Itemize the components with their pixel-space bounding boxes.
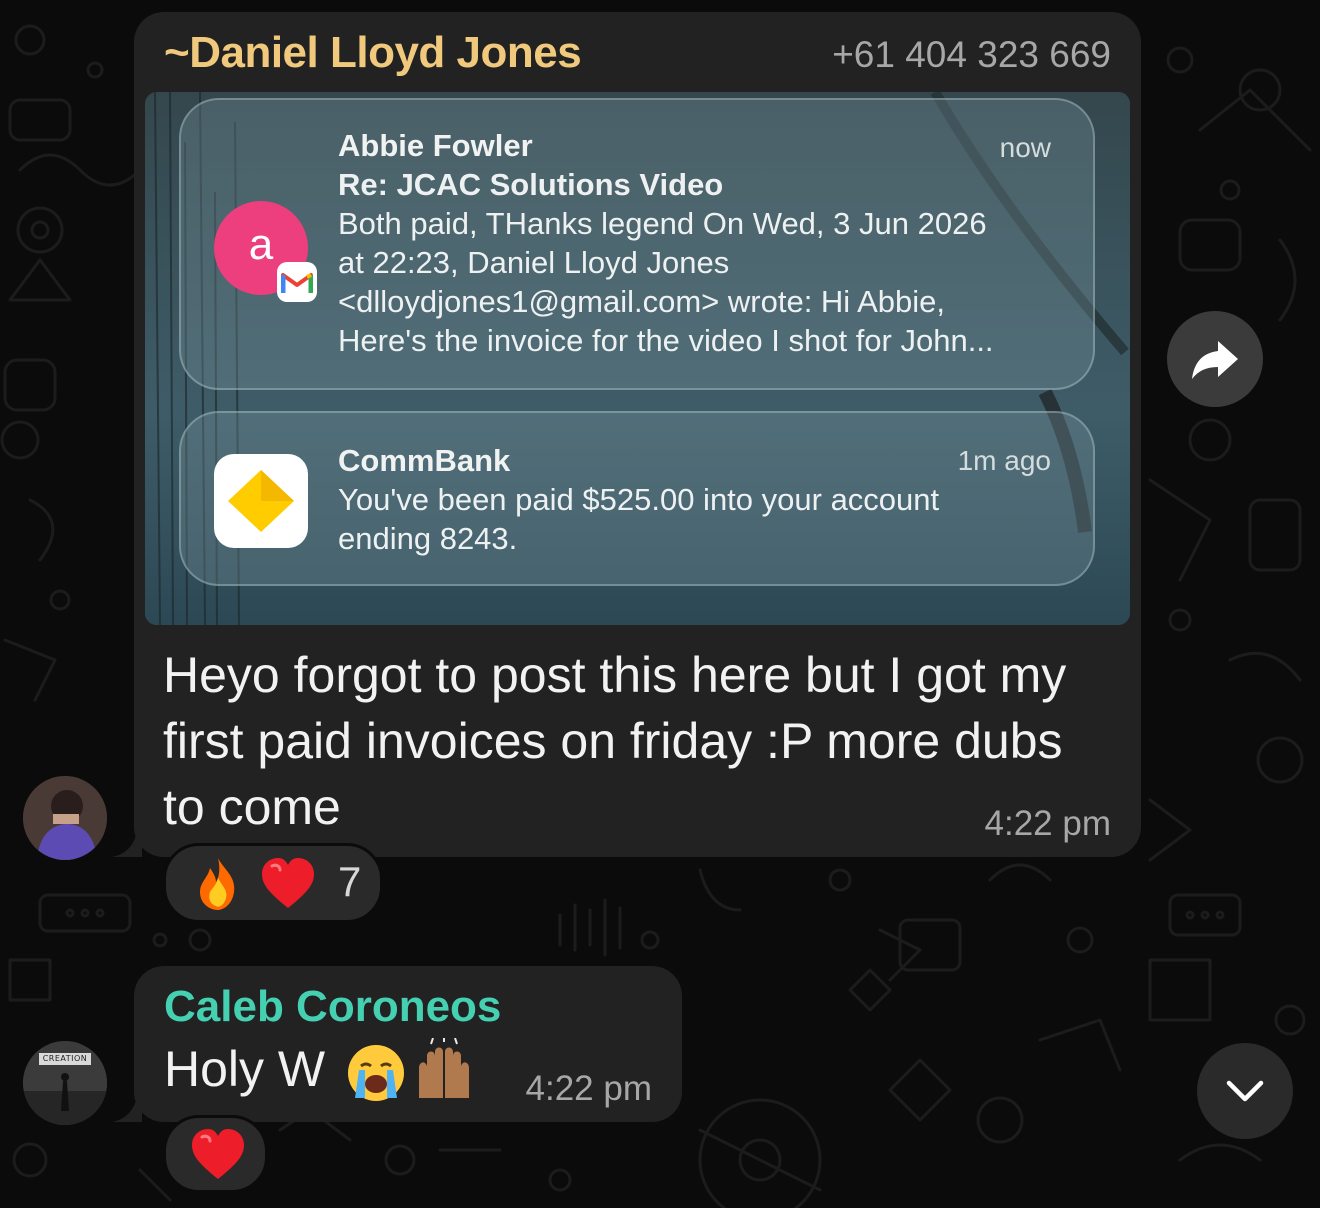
message-line: to come <box>163 779 341 835</box>
message-time: 4:22 pm <box>984 804 1111 843</box>
notification-title: CommBank <box>338 443 511 478</box>
message-bubble-1[interactable]: ~Daniel Lloyd Jones +61 404 323 669 a Ab… <box>112 12 1141 857</box>
forward-button[interactable] <box>1167 311 1263 407</box>
sender-name[interactable]: ~Daniel Lloyd Jones <box>164 28 582 78</box>
avatar[interactable] <box>23 776 107 860</box>
message-line: Heyo forgot to post this here but I got … <box>163 647 1067 703</box>
chevron-down-icon <box>1226 1080 1264 1102</box>
notification-body-line: ending 8243. <box>338 521 518 556</box>
notification-title: Abbie Fowler <box>338 128 533 163</box>
bubble-tail <box>112 1092 142 1122</box>
gmail-notification[interactable]: a Abbie Fowler now Re: JCAC Solutions Vi… <box>179 98 1095 390</box>
notification-body-line: You've been paid $525.00 into your accou… <box>338 482 940 517</box>
reaction-count: 7 <box>338 858 362 905</box>
screenshot-image[interactable]: a Abbie Fowler now Re: JCAC Solutions Vi… <box>145 92 1130 625</box>
raising-hands-icon <box>419 1038 469 1098</box>
fire-icon[interactable] <box>188 854 248 914</box>
message-line: first paid invoices on friday :P more du… <box>163 713 1063 769</box>
notification-body-line: Here's the invoice for the video I shot … <box>338 323 994 358</box>
red-heart-icon[interactable] <box>188 1125 248 1185</box>
notification-time: now <box>999 132 1051 163</box>
notification-body-line: at 22:23, Daniel Lloyd Jones <box>338 245 730 280</box>
commbank-icon <box>214 454 308 548</box>
notification-subject: Re: JCAC Solutions Video <box>338 167 724 202</box>
notification-body-line: Both paid, THanks legend On Wed, 3 Jun 2… <box>338 206 987 241</box>
commbank-notification[interactable]: CommBank 1m ago You've been paid $525.00… <box>179 411 1095 586</box>
notification-time: 1m ago <box>957 445 1051 476</box>
bubble-tail <box>112 827 142 857</box>
reactions-bar[interactable] <box>163 1115 268 1193</box>
scroll-to-bottom-button[interactable] <box>1197 1043 1293 1139</box>
message-text: Holy W <box>164 1041 326 1097</box>
loudly-crying-face-icon <box>348 1045 404 1101</box>
sender-name[interactable]: Caleb Coroneos <box>164 982 501 1032</box>
message-text: Heyo forgot to post this here but I got … <box>163 642 1123 840</box>
notification-body-line: <dlloydjones1@gmail.com> wrote: Hi Abbie… <box>338 284 945 319</box>
reactions-bar[interactable]: 7 <box>163 843 383 923</box>
sender-phone[interactable]: +61 404 323 669 <box>832 34 1111 76</box>
message-bubble-2[interactable]: Caleb Coroneos Holy W 4:22 pm <box>112 966 682 1122</box>
gmail-icon <box>277 262 317 302</box>
forward-arrow-icon <box>1192 341 1238 379</box>
avatar[interactable]: CREATION <box>23 1041 107 1125</box>
message-time: 4:22 pm <box>525 1069 652 1108</box>
avatar-caption: CREATION <box>42 1054 88 1063</box>
red-heart-icon[interactable] <box>258 854 318 914</box>
